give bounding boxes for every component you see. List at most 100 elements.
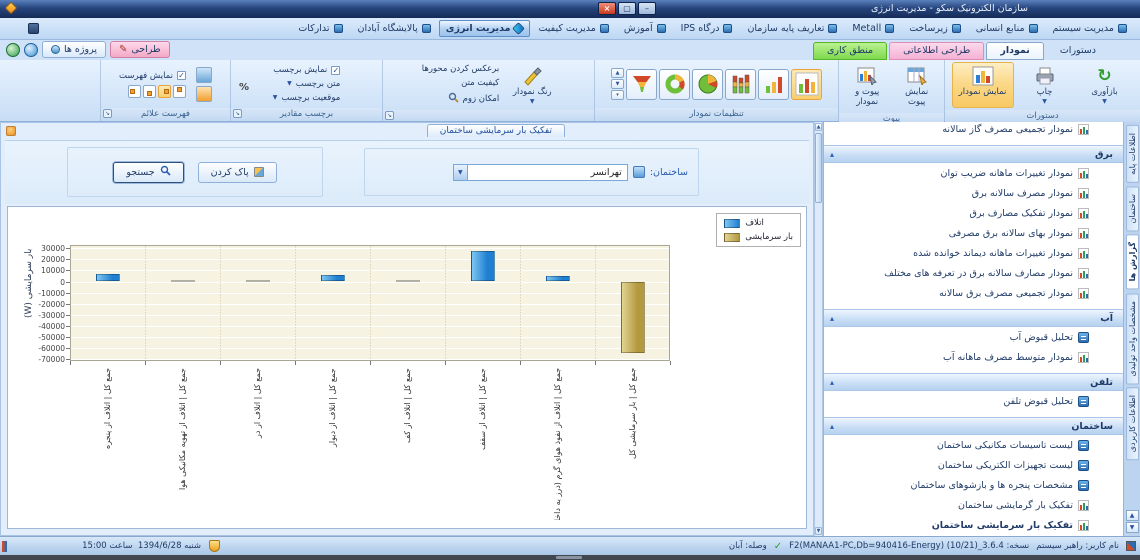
legend-pos-left-button[interactable] <box>128 85 141 98</box>
menubar-item[interactable]: مدیریت انرژی <box>439 20 531 37</box>
list-item[interactable]: نمودار تغییرات ماهانه دیماند خوانده شده <box>824 243 1123 263</box>
label-position-option[interactable]: موقعیت برچسب▼ <box>273 93 341 103</box>
list-item[interactable]: لیست تجهیزات الکتریکی ساختمان <box>824 455 1123 475</box>
legend-style-alt-button[interactable] <box>196 86 212 102</box>
chart-type-pie-button[interactable] <box>692 69 723 100</box>
list-item[interactable]: تفکیک بار سرمایشی ساختمان <box>824 515 1123 535</box>
chart-color-button[interactable]: رنگ نمودار▼ <box>505 62 559 108</box>
menubar-item[interactable]: Metall <box>845 20 901 37</box>
gallery-up-icon[interactable]: ▲ <box>611 68 624 78</box>
help-icon[interactable] <box>24 43 38 57</box>
list-item[interactable]: نمودار متوسط مصرف ماهانه آب <box>824 347 1123 367</box>
tab-commands[interactable]: دستورات <box>1046 42 1110 60</box>
dialog-launcher-icon[interactable]: ↘ <box>103 109 112 118</box>
list-item[interactable]: نمودار تجمیعی مصرف گاز سالانه <box>824 122 1123 139</box>
menu-overflow-icon[interactable] <box>28 23 39 34</box>
percent-icon[interactable]: % <box>239 82 249 93</box>
building-select[interactable]: تهرانسر ▼ <box>453 164 628 181</box>
legend-pos-bottom-button[interactable] <box>143 85 156 98</box>
list-item[interactable]: نمودار تجمیعی مصرف برق سالانه <box>824 283 1123 303</box>
minimize-icon[interactable]: – <box>638 2 656 15</box>
building-picker-icon[interactable] <box>633 166 645 178</box>
gallery-down-icon[interactable]: ▼ <box>611 79 624 89</box>
menubar-item[interactable]: درگاه IPS <box>674 20 740 37</box>
menubar-item[interactable]: مدیریت کیفیت <box>531 20 615 37</box>
menubar-item[interactable]: تدارکات <box>291 20 349 37</box>
gallery-more-icon[interactable]: ▾ <box>611 90 624 100</box>
chart-type-doughnut-button[interactable] <box>659 69 690 100</box>
list-item[interactable]: نمودار مصرف سالانه برق <box>824 183 1123 203</box>
menubar-item[interactable]: منابع انسانی <box>969 20 1045 37</box>
refresh-button[interactable]: ↻ بازآوری▼ <box>1076 62 1134 108</box>
swap-axes-option[interactable]: برعکس کردن محورها <box>422 64 499 74</box>
globe-icon[interactable] <box>6 43 20 57</box>
vertical-tab[interactable]: مشخصات واحد تولیدی <box>1126 293 1139 384</box>
vertical-tab[interactable]: ساختمان <box>1126 186 1139 231</box>
dialog-launcher-icon[interactable]: ↘ <box>385 111 394 120</box>
list-item[interactable]: تفکیک بار گرمایشی ساختمان <box>824 495 1123 515</box>
collapse-icon[interactable]: ▴ <box>830 314 834 323</box>
vertical-tab[interactable]: اطلاعات پایه <box>1126 125 1139 183</box>
vertical-tab[interactable]: گزارش ها <box>1126 234 1139 289</box>
restore-icon[interactable]: ▢ <box>618 2 636 15</box>
list-item[interactable]: نمودار بهای سالانه برق مصرفی <box>824 223 1123 243</box>
scroll-down-icon[interactable]: ▼ <box>815 527 822 535</box>
show-chart-button[interactable]: نمایش نمودار <box>952 62 1014 108</box>
chevron-down-icon[interactable]: ▼ <box>454 165 468 180</box>
menubar-item[interactable]: تعاریف پایه سازمان <box>740 20 844 37</box>
tab-chart[interactable]: نمودار <box>986 42 1044 60</box>
section-header[interactable]: برق▴ <box>824 145 1123 163</box>
list-item[interactable]: نمودار تغییرات ماهانه ضریب توان <box>824 163 1123 183</box>
chart-type-bar-selected-button[interactable] <box>791 69 822 100</box>
tab-info-design[interactable]: طراحی اطلاعاتی <box>889 42 984 60</box>
list-item[interactable]: تحلیل قبوض تلفن <box>824 391 1123 411</box>
section-header[interactable]: تلفن▴ <box>824 373 1123 391</box>
projects-button[interactable]: پروژه ها <box>42 41 106 58</box>
close-icon[interactable]: × <box>598 2 616 15</box>
vertical-tab[interactable]: اطلاعات کاربردی <box>1126 387 1139 460</box>
list-item[interactable]: نمودار مصارف سالانه برق در تعرفه های مخت… <box>824 263 1123 283</box>
dialog-launcher-icon[interactable]: ↘ <box>233 109 242 118</box>
menubar-item[interactable]: مدیریت سیستم <box>1046 20 1134 37</box>
legend-style-button[interactable] <box>196 67 212 83</box>
list-item[interactable]: تحلیل قبوض آب <box>824 327 1123 347</box>
show-pivot-button[interactable]: نمایش پیوت <box>893 62 940 111</box>
legend-pos-top-button[interactable] <box>173 85 186 98</box>
vtabs-scroll-up-icon[interactable]: ▲ <box>1126 510 1139 521</box>
menubar-item[interactable]: پالایشگاه آبادان <box>351 20 438 37</box>
collapse-icon[interactable]: ▴ <box>830 422 834 431</box>
list-item[interactable]: نمودار تفکیک مصارف برق <box>824 203 1123 223</box>
label-text-option[interactable]: متن برچسب▼ <box>273 79 341 89</box>
collapse-icon[interactable]: ▴ <box>830 150 834 159</box>
panel-tab-title[interactable]: تفکیک بار سرمایشی ساختمان <box>427 124 565 137</box>
list-item[interactable]: مشخصات پنجره ها و بازشوهای ساختمان <box>824 475 1123 495</box>
search-button[interactable]: جستجو <box>113 162 183 183</box>
chart-type-funnel-button[interactable] <box>626 69 657 100</box>
chart-type-bar-small-button[interactable] <box>758 69 789 100</box>
pin-icon[interactable] <box>6 126 16 136</box>
menubar-item[interactable]: آموزش <box>617 20 673 37</box>
menubar-item[interactable]: زیرساخت <box>902 20 968 37</box>
list-item[interactable]: لیست تاسیسات مکانیکی ساختمان <box>824 435 1123 455</box>
taskbar-button[interactable] <box>556 556 582 559</box>
text-quality-option[interactable]: کیفیت متن <box>422 78 499 88</box>
show-legend-option[interactable]: ✓نمایش فهرست <box>119 71 186 81</box>
collapse-icon[interactable]: ▴ <box>830 378 834 387</box>
show-label-option[interactable]: ✓نمایش برچسب <box>273 65 341 75</box>
pivot-chart-button[interactable]: پیوت و نمودار <box>843 62 891 111</box>
print-button[interactable]: چاپ▼ <box>1016 62 1074 108</box>
clear-button[interactable]: پاک کردن <box>198 162 277 183</box>
design-button[interactable]: ✎ طراحی <box>110 41 170 58</box>
scroll-up-icon[interactable]: ▲ <box>815 123 822 131</box>
tab-business-logic[interactable]: منطق کاری <box>813 42 887 60</box>
app-icon[interactable] <box>5 2 18 15</box>
legend-pos-right-button[interactable] <box>158 85 171 98</box>
section-header[interactable]: آب▴ <box>824 309 1123 327</box>
vtabs-scroll-down-icon[interactable]: ▼ <box>1126 522 1139 533</box>
scrollbar-thumb[interactable] <box>815 133 822 203</box>
section-header[interactable]: ساختمان▴ <box>824 417 1123 435</box>
zoom-option[interactable]: امکان زوم <box>422 92 499 106</box>
sidebar-scrollbar[interactable]: ▲ ▼ <box>814 122 823 536</box>
chart-item-icon <box>1078 248 1089 259</box>
chart-type-column-stacked-button[interactable] <box>725 69 756 100</box>
